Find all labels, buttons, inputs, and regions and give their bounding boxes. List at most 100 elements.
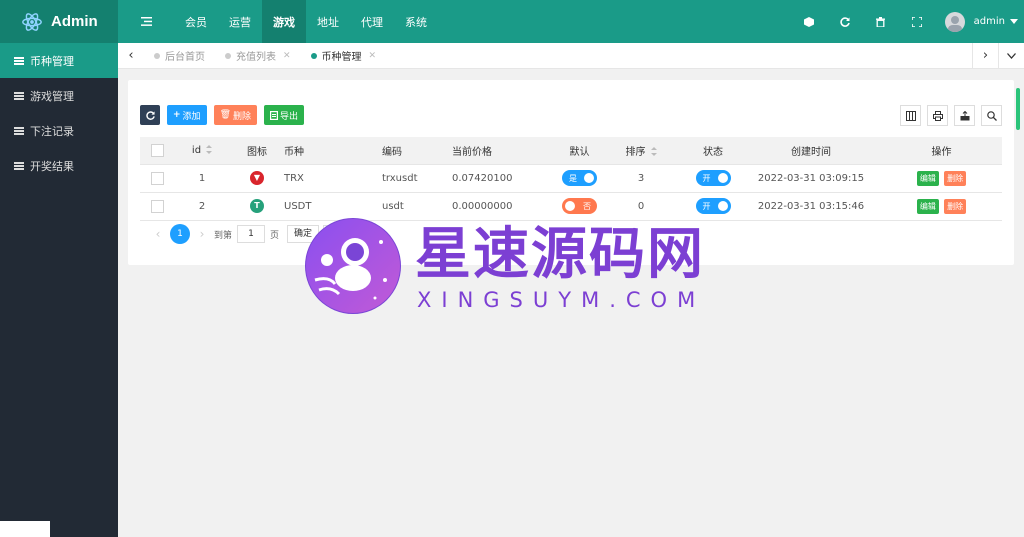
list-icon (14, 91, 24, 100)
col-sort[interactable]: 排序 (597, 137, 685, 165)
delete-button-label: 删除 (233, 111, 252, 122)
tab-currency-management[interactable]: 币种管理 ✕ (301, 43, 387, 69)
menu-icon (140, 17, 152, 26)
sort-icon[interactable] (206, 145, 213, 155)
export-button[interactable]: 导出 (264, 105, 305, 125)
nav-item-agent[interactable]: 代理 (350, 0, 394, 43)
tab-recharge-list[interactable]: 充值列表 ✕ (215, 43, 301, 69)
edit-button[interactable]: 编辑 (916, 198, 939, 214)
row-select-cell (140, 164, 174, 193)
close-icon[interactable]: ✕ (283, 51, 291, 61)
close-icon[interactable]: ✕ (369, 51, 377, 61)
scrollbar-thumb[interactable] (1016, 88, 1020, 130)
sidebar-item-currency[interactable]: 币种管理 (0, 43, 118, 78)
search-button[interactable] (981, 105, 1002, 126)
col-sort-label: 排序 (625, 146, 646, 158)
refresh-icon (145, 110, 155, 120)
edit-button[interactable]: 编辑 (916, 170, 939, 186)
nav-item-address[interactable]: 地址 (306, 0, 350, 43)
status-switch[interactable]: 开 (695, 170, 731, 186)
sort-icon[interactable] (650, 147, 657, 157)
table-row: 2 T USDT usdt 0.00000000 否 0 开 2022-03-3… (140, 192, 1002, 221)
nav-item-members[interactable]: 会员 (174, 0, 218, 43)
file-export-icon (270, 110, 279, 120)
select-all-checkbox[interactable] (150, 143, 164, 157)
tab-bar-controls: › (972, 42, 1024, 69)
chevron-down-icon (1007, 52, 1016, 59)
cell-coin: USDT (284, 192, 382, 221)
table-tools (894, 105, 1002, 126)
cell-default: 是 (562, 164, 597, 193)
cell-icon: ▼ (230, 164, 284, 193)
refresh-button[interactable] (827, 0, 863, 43)
row-delete-button[interactable]: 删除 (944, 198, 967, 214)
cube-button[interactable] (791, 0, 827, 43)
refresh-table-button[interactable] (140, 105, 160, 125)
logo[interactable]: Admin (0, 0, 118, 43)
row-select-cell (140, 192, 174, 221)
col-id-label: id (191, 144, 202, 156)
fullscreen-button[interactable] (899, 0, 935, 43)
col-actions: 操作 (881, 137, 1002, 165)
cell-sort: 3 (597, 164, 685, 193)
default-switch[interactable]: 是 (562, 170, 597, 186)
chevron-down-icon (1010, 19, 1018, 24)
nav-label: 运营 (229, 15, 251, 29)
plus-icon: + (173, 110, 181, 120)
add-button-label: 添加 (182, 111, 201, 122)
export-table-button[interactable] (954, 105, 975, 126)
switch-label: 开 (702, 173, 711, 183)
next-page-button[interactable]: › (194, 227, 210, 241)
row-checkbox[interactable] (150, 199, 164, 213)
columns-filter-button[interactable] (900, 105, 921, 126)
trx-icon: ▼ (250, 171, 264, 185)
cube-icon (803, 16, 814, 27)
header-actions: admin (791, 0, 1024, 43)
tab-menu-button[interactable] (998, 42, 1024, 69)
page-input[interactable]: 1 (237, 225, 266, 243)
col-code: 编码 (382, 137, 452, 165)
avatar (944, 11, 965, 32)
cell-id: 2 (174, 192, 230, 221)
delete-button[interactable]: 🗑 删除 (213, 105, 258, 125)
cell-icon: T (230, 192, 284, 221)
select-all-cell (140, 137, 174, 165)
nav-item-system[interactable]: 系统 (394, 0, 438, 43)
export-icon (960, 110, 969, 120)
user-menu[interactable]: admin (935, 0, 1024, 43)
row-checkbox[interactable] (150, 171, 164, 185)
col-price-label: 当前价格 (452, 146, 492, 158)
menu-toggle-button[interactable] (118, 0, 174, 43)
nav-item-games[interactable]: 游戏 (262, 0, 306, 43)
user-name: admin (973, 16, 1005, 27)
page-number-current[interactable]: 1 (170, 224, 190, 244)
nav-label: 地址 (317, 15, 339, 29)
goto-label: 到第 (214, 230, 233, 241)
sidebar-item-games[interactable]: 游戏管理 (0, 78, 118, 113)
trash-icon: 🗑 (219, 110, 231, 120)
status-switch[interactable]: 开 (695, 198, 731, 214)
cell-actions: 编辑 删除 (881, 164, 1002, 193)
sidebar-item-bets[interactable]: 下注记录 (0, 113, 118, 148)
prev-page-button[interactable]: ‹ (150, 227, 166, 241)
top-nav: 会员 运营 游戏 地址 代理 系统 (174, 0, 438, 43)
print-button[interactable] (927, 105, 948, 126)
col-default-label: 默认 (569, 146, 590, 158)
tab-scroll-left-button[interactable]: ‹ (118, 43, 144, 69)
col-created: 创建时间 (741, 137, 881, 165)
search-icon (986, 110, 997, 121)
tab-home[interactable]: 后台首页 (144, 43, 215, 69)
clear-cache-button[interactable] (863, 0, 899, 43)
tab-scroll-right-button[interactable]: › (972, 42, 998, 69)
col-id[interactable]: id (174, 137, 230, 165)
row-delete-button[interactable]: 删除 (944, 170, 967, 186)
sidebar-item-results[interactable]: 开奖结果 (0, 148, 118, 183)
default-switch[interactable]: 否 (562, 198, 597, 214)
add-button[interactable]: + 添加 (167, 105, 207, 125)
export-button-label: 导出 (280, 111, 299, 122)
switch-label: 开 (702, 201, 711, 211)
list-icon (14, 56, 24, 65)
tab-label: 充值列表 (236, 52, 276, 63)
sidebar-footer-block (0, 521, 50, 537)
nav-item-operations[interactable]: 运营 (218, 0, 262, 43)
